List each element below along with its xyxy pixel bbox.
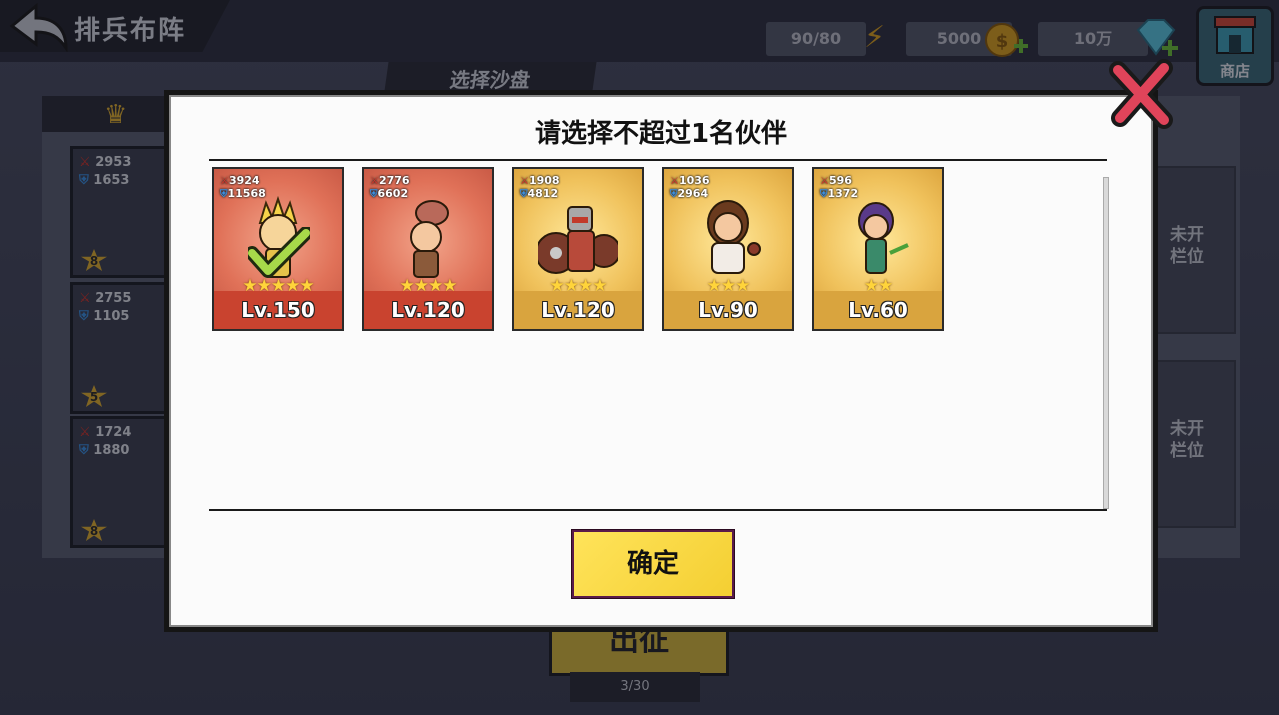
partner-select-dialog: 请选择不超过1名伙伴 ⚔3924 ⛨11568 ★★★★★ Lv.150 ⚔27…	[164, 90, 1158, 632]
partner-card[interactable]: ⚔2776 ⛨6602 ★★★★ Lv.120	[362, 167, 494, 331]
sword-icon: ⚔	[670, 176, 679, 187]
close-icon[interactable]	[1108, 58, 1174, 130]
level-label: Lv.150	[214, 291, 342, 329]
sword-icon: ⚔	[370, 176, 379, 187]
shield-icon: ⛨	[520, 189, 528, 200]
selected-check-icon	[248, 227, 310, 278]
level-label: Lv.120	[364, 291, 492, 329]
sword-icon: ⚔	[220, 176, 229, 187]
scrollbar[interactable]	[1103, 177, 1109, 509]
shield-icon: ⛨	[820, 189, 828, 200]
divider	[209, 159, 1107, 161]
confirm-button[interactable]: 确定	[572, 530, 734, 598]
sword-icon: ⚔	[520, 176, 529, 187]
divider	[209, 509, 1107, 511]
shield-icon: ⛨	[370, 189, 378, 200]
level-label: Lv.60	[814, 291, 942, 329]
hero-portrait	[538, 206, 618, 274]
partner-card[interactable]: ⚔3924 ⛨11568 ★★★★★ Lv.150	[212, 167, 344, 331]
dialog-title: 请选择不超过1名伙伴	[534, 119, 788, 149]
level-label: Lv.120	[514, 291, 642, 329]
hero-portrait	[858, 202, 909, 274]
shield-icon: ⛨	[220, 189, 228, 200]
partner-card[interactable]: ⚔596 ⛨1372 ★★ Lv.60	[812, 167, 944, 331]
sword-icon: ⚔	[820, 176, 829, 187]
hero-portrait	[410, 200, 449, 278]
level-label: Lv.90	[664, 291, 792, 329]
hero-portrait	[707, 200, 761, 274]
shield-icon: ⛨	[670, 189, 678, 200]
partner-card[interactable]: ⚔1908 ⛨4812 ★★★★ Lv.120	[512, 167, 644, 331]
partner-card[interactable]: ⚔1036 ⛨2964 ★★★ Lv.90	[662, 167, 794, 331]
